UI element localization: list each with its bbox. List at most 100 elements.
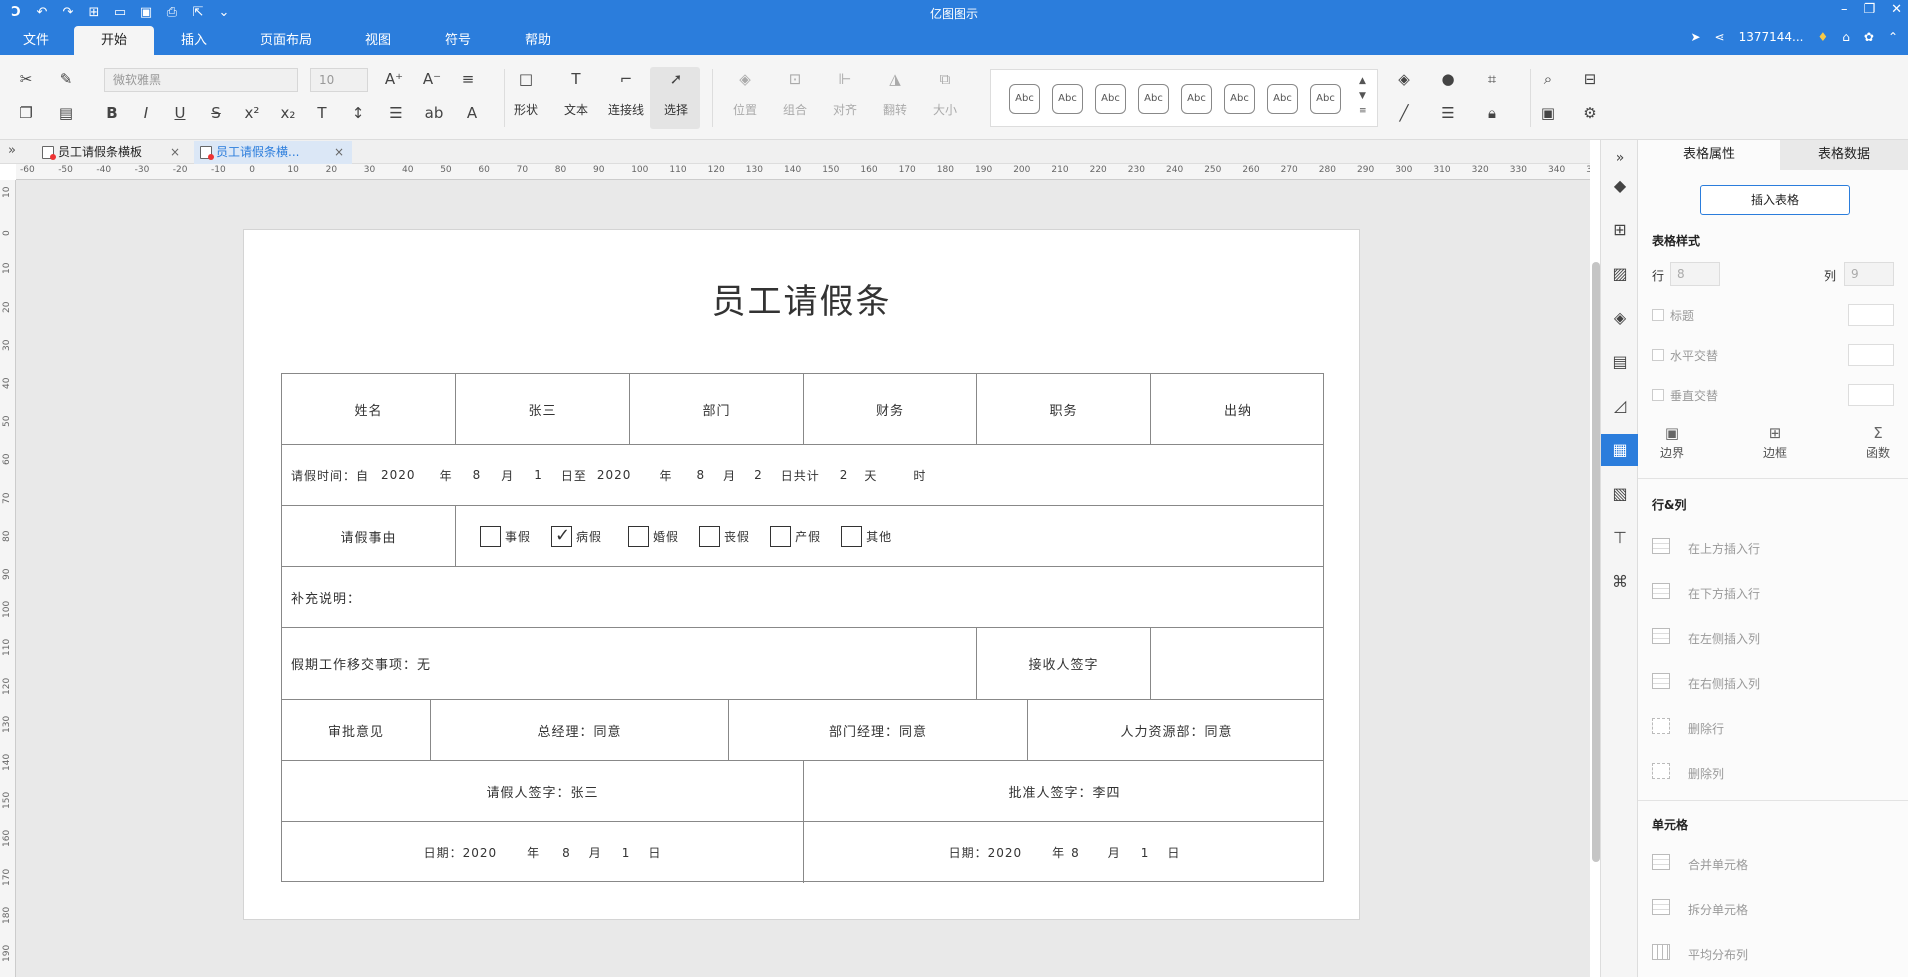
table-cell[interactable]: 出纳 <box>1151 374 1325 444</box>
shape-label[interactable]: 形状 <box>504 101 548 118</box>
table-cell[interactable]: 接收人签字 <box>977 628 1151 699</box>
group-icon[interactable]: ⊡ <box>783 67 807 91</box>
table-cell[interactable]: 人力资源部：同意 <box>1028 700 1325 760</box>
style-sample[interactable]: Abc <box>1267 84 1298 114</box>
copy-icon[interactable]: ❐ <box>14 101 38 125</box>
page-panel-icon[interactable]: ▤ <box>1601 346 1639 378</box>
merge-cells[interactable]: 合并单元格 <box>1688 856 1748 873</box>
select-tool-label[interactable]: 选择 <box>654 101 698 118</box>
delete-row[interactable]: 删除行 <box>1688 720 1724 737</box>
insert-table-button[interactable]: 插入表格 <box>1700 185 1850 215</box>
checkbox[interactable] <box>480 525 501 547</box>
underline-icon[interactable]: U <box>168 101 192 125</box>
restore-icon[interactable]: ❐ <box>1863 2 1875 17</box>
table-panel-icon[interactable]: ▦ <box>1601 434 1639 466</box>
text-tool-label[interactable]: 文本 <box>554 101 598 118</box>
table-cell[interactable]: 张三 <box>456 374 630 444</box>
shadow-icon[interactable]: ● <box>1436 67 1460 91</box>
fill-icon[interactable]: ◈ <box>1392 67 1416 91</box>
insert-col-right[interactable]: 在右侧插入列 <box>1688 675 1760 692</box>
flip-label[interactable]: 翻转 <box>873 101 917 118</box>
connector-label[interactable]: 连接线 <box>604 101 648 118</box>
page[interactable]: 员工请假条 姓名 张三 部门 财务 职务 出纳 请假时间：自 2020 年 8 … <box>243 229 1360 920</box>
size-label[interactable]: 大小 <box>923 101 967 118</box>
title-color-swatch[interactable] <box>1848 304 1894 326</box>
lock-icon[interactable]: 🔒︎ <box>1480 101 1504 125</box>
line-spacing-icon[interactable]: ↕ <box>346 101 370 125</box>
font-grow-icon[interactable]: A⁺ <box>382 67 406 91</box>
reason-option[interactable]: ✓ 病假 <box>551 525 602 547</box>
checkbox[interactable] <box>628 525 650 547</box>
table-cell[interactable]: 假期工作移交事项：无 <box>282 628 977 699</box>
reason-option[interactable]: 婚假 <box>628 525 679 547</box>
font-size-select[interactable]: 10 <box>310 68 368 92</box>
h-alternate-checkbox[interactable] <box>1652 349 1664 361</box>
function-button[interactable]: Σ 函数 <box>1848 424 1908 461</box>
insert-row-below[interactable]: 在下方插入行 <box>1688 585 1760 602</box>
case-icon[interactable]: ab <box>422 101 446 125</box>
vip-icon[interactable]: ♦ <box>1817 30 1828 44</box>
strikethrough-icon[interactable]: S <box>204 101 228 125</box>
tab-table-properties[interactable]: 表格属性 <box>1638 140 1780 170</box>
checkbox[interactable] <box>770 525 792 547</box>
user-name[interactable]: 1377144... <box>1739 30 1804 44</box>
checkbox[interactable] <box>841 525 863 547</box>
italic-icon[interactable]: I <box>134 101 158 125</box>
table-cell[interactable] <box>1151 628 1325 699</box>
position-icon[interactable]: ◈ <box>733 67 757 91</box>
select-arrow-icon[interactable]: ➚ <box>664 67 688 91</box>
v-alternate-checkbox[interactable] <box>1652 389 1664 401</box>
send-icon[interactable]: ➤ <box>1690 30 1700 44</box>
leave-period-cell[interactable]: 请假时间：自 2020 年 8 月 1 日至 2020 年 8 月 2 日共计 … <box>282 445 1325 505</box>
close-tab-icon[interactable]: × <box>334 141 344 164</box>
border-button[interactable]: ⊞ 边框 <box>1745 424 1805 461</box>
split-cells[interactable]: 拆分单元格 <box>1688 901 1748 918</box>
table-cell[interactable]: 部门经理：同意 <box>729 700 1028 760</box>
cut-icon[interactable]: ✂ <box>14 67 38 91</box>
subscript-icon[interactable]: x₂ <box>276 101 300 125</box>
line-color-icon[interactable]: ╱ <box>1392 101 1416 125</box>
style-sample[interactable]: Abc <box>1310 84 1341 114</box>
font-color-icon[interactable]: A <box>460 101 484 125</box>
data-panel-icon[interactable]: ▧ <box>1601 478 1639 510</box>
font-family-select[interactable]: 微软雅黑 <box>104 68 298 92</box>
table-cell[interactable]: 部门 <box>630 374 804 444</box>
style-sample[interactable]: Abc <box>1009 84 1040 114</box>
group-label[interactable]: 组合 <box>773 101 817 118</box>
superscript-icon[interactable]: x² <box>240 101 264 125</box>
cols-spinner[interactable]: 9 <box>1844 262 1894 286</box>
insert-row-above[interactable]: 在上方插入行 <box>1688 540 1760 557</box>
insert-col-left[interactable]: 在左侧插入列 <box>1688 630 1760 647</box>
text-tool-icon[interactable]: T <box>564 67 588 91</box>
boundary-button[interactable]: ▣ 边界 <box>1642 424 1702 461</box>
align-text-icon[interactable]: ≡ <box>456 67 480 91</box>
font-shrink-icon[interactable]: A⁻ <box>420 67 444 91</box>
table-cell[interactable]: 总经理：同意 <box>431 700 729 760</box>
chart-panel-icon[interactable]: ◿ <box>1601 390 1639 422</box>
shape-icon[interactable]: □ <box>514 67 538 91</box>
leave-form-table[interactable]: 姓名 张三 部门 财务 职务 出纳 请假时间：自 2020 年 8 月 1 日至… <box>281 373 1325 883</box>
more-tools-icon[interactable]: ⚙ <box>1578 101 1602 125</box>
paste-icon[interactable]: ▤ <box>54 101 78 125</box>
v-alternate-swatch[interactable] <box>1848 384 1894 406</box>
table-cell[interactable]: 请假事由 <box>282 506 456 566</box>
crop-icon[interactable]: ⌗ <box>1480 67 1504 91</box>
align-icon[interactable]: ⊩ <box>833 67 857 91</box>
rows-spinner[interactable]: 8 <box>1670 262 1720 286</box>
collapse-left-icon[interactable]: » <box>8 143 16 158</box>
flip-icon[interactable]: ◮ <box>883 67 907 91</box>
reason-option[interactable]: 事假 <box>480 525 531 547</box>
size-icon[interactable]: ⧉ <box>933 67 957 91</box>
distribute-cols[interactable]: 平均分布列 <box>1688 946 1748 963</box>
gallery-scroll-icon[interactable]: ▲ ▼ ≡ <box>1359 74 1367 119</box>
table-cell[interactable]: 补充说明： <box>282 567 1325 627</box>
reason-option[interactable]: 产假 <box>770 525 821 547</box>
h-alternate-swatch[interactable] <box>1848 344 1894 366</box>
close-tab-icon[interactable]: × <box>170 141 180 164</box>
style-sample[interactable]: Abc <box>1224 84 1255 114</box>
menu-home[interactable]: 开始 <box>74 26 154 55</box>
menu-view[interactable]: 视图 <box>358 26 398 55</box>
menu-help[interactable]: 帮助 <box>518 26 558 55</box>
layers-panel-icon[interactable]: ◈ <box>1601 302 1639 334</box>
position-label[interactable]: 位置 <box>723 101 767 118</box>
